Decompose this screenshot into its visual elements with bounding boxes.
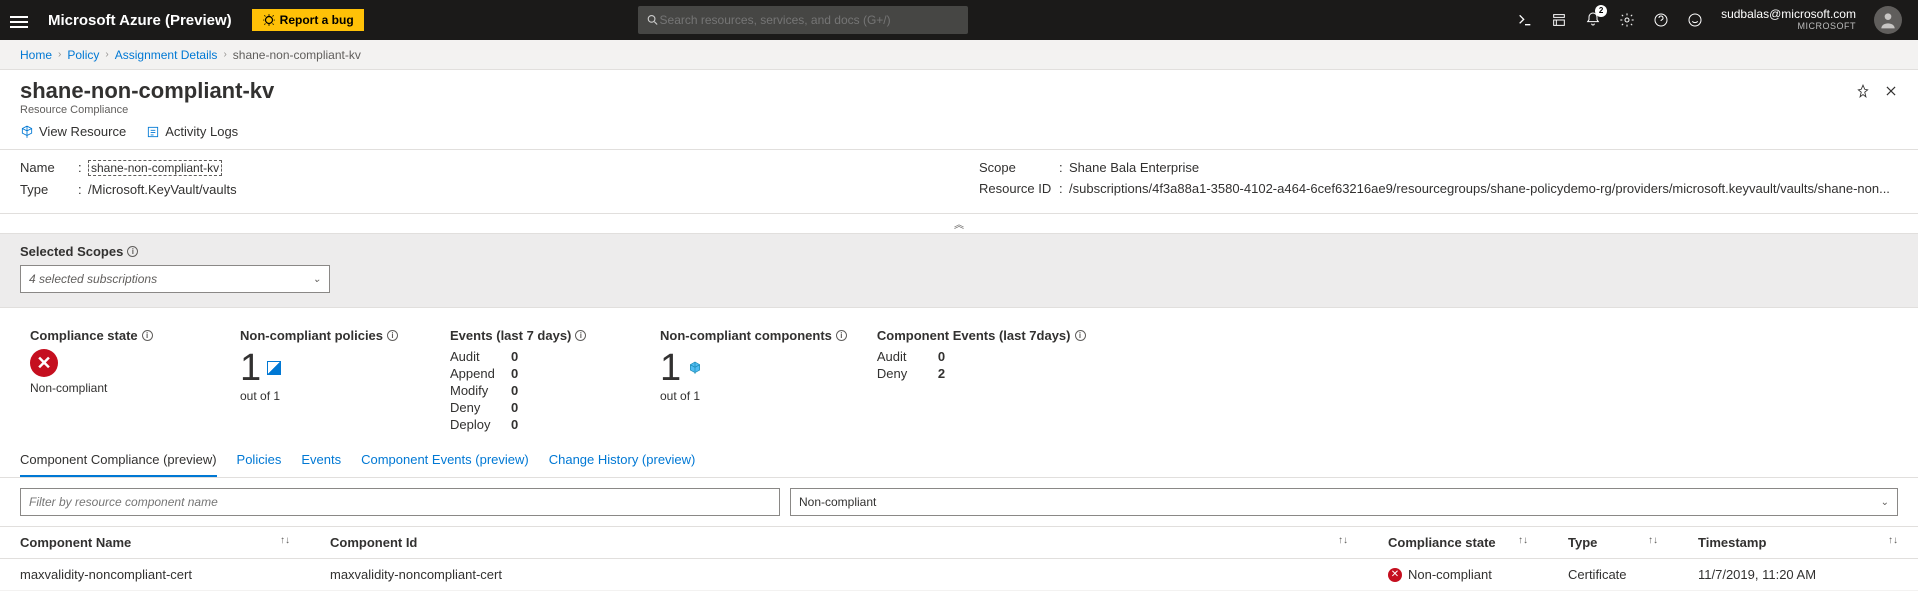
directory-icon[interactable] xyxy=(1551,12,1567,28)
cloud-shell-icon[interactable] xyxy=(1517,12,1533,28)
info-icon[interactable]: i xyxy=(1075,330,1086,341)
cell-type: Certificate xyxy=(1548,559,1678,591)
log-icon xyxy=(146,125,160,139)
compliance-state-dropdown[interactable]: Non-compliant ⌄ xyxy=(790,488,1898,516)
prop-type-label: Type xyxy=(20,182,78,197)
scopes-dropdown[interactable]: 4 selected subscriptions ⌄ xyxy=(20,265,330,293)
prop-name-value[interactable]: shane-non-compliant-kv xyxy=(88,160,222,176)
cube-icon xyxy=(687,360,703,376)
tab-component-compliance[interactable]: Component Compliance (preview) xyxy=(20,444,217,477)
account-info[interactable]: sudbalas@microsoft.com MICROSOFT xyxy=(1721,8,1856,31)
event-row: Append0 xyxy=(450,366,630,381)
breadcrumb: Home› Policy› Assignment Details› shane-… xyxy=(0,40,1918,70)
col-timestamp[interactable]: Timestamp↑↓ xyxy=(1678,527,1918,559)
menu-icon[interactable] xyxy=(10,13,28,27)
noncompliant-icon: ✕ xyxy=(1388,568,1402,582)
stats-row: Compliance statei Non-compliant Non-comp… xyxy=(0,308,1918,444)
tabs: Component Compliance (preview) Policies … xyxy=(0,444,1918,478)
page-header: shane-non-compliant-kv Resource Complian… xyxy=(0,70,1918,120)
view-resource-button[interactable]: View Resource xyxy=(20,124,126,139)
compliance-status-text: Non-compliant xyxy=(30,381,210,395)
report-bug-button[interactable]: Report a bug xyxy=(252,9,364,31)
event-row: Deny0 xyxy=(450,400,630,415)
notifications-icon[interactable]: 2 xyxy=(1585,11,1601,30)
activity-logs-button[interactable]: Activity Logs xyxy=(146,124,238,139)
global-search[interactable] xyxy=(638,6,968,34)
info-icon[interactable]: i xyxy=(836,330,847,341)
chevron-down-icon: ⌄ xyxy=(313,274,321,285)
cell-name: maxvalidity-noncompliant-cert xyxy=(0,559,310,591)
table-row[interactable]: maxvalidity-noncompliant-cert maxvalidit… xyxy=(0,559,1918,591)
component-events-card: Component Events (last 7days)i Audit0Den… xyxy=(877,328,1086,434)
breadcrumb-current: shane-non-compliant-kv xyxy=(233,48,361,62)
prop-scope-value: Shane Bala Enterprise xyxy=(1069,160,1199,175)
search-input[interactable] xyxy=(660,13,961,27)
policy-icon xyxy=(267,361,281,375)
col-component-id[interactable]: Component Id↑↓ xyxy=(310,527,1368,559)
event-row: Modify0 xyxy=(450,383,630,398)
notif-badge: 2 xyxy=(1595,5,1607,17)
col-type[interactable]: Type↑↓ xyxy=(1548,527,1678,559)
event-row: Deny2 xyxy=(877,366,1086,381)
prop-scope-label: Scope xyxy=(979,160,1059,175)
bug-icon xyxy=(262,13,276,27)
pin-icon[interactable] xyxy=(1856,84,1870,98)
person-icon xyxy=(1878,10,1898,30)
breadcrumb-assignment[interactable]: Assignment Details xyxy=(115,48,218,62)
prop-rid-value: /subscriptions/4f3a88a1-3580-4102-a464-6… xyxy=(1069,181,1890,196)
event-row: Audit0 xyxy=(877,349,1086,364)
filter-row: Non-compliant ⌄ xyxy=(0,478,1918,526)
col-component-name[interactable]: Component Name↑↓ xyxy=(0,527,310,559)
noncompliant-icon xyxy=(30,349,58,377)
properties-panel: Name : shane-non-compliant-kv Type : /Mi… xyxy=(0,149,1918,214)
cube-icon xyxy=(20,125,34,139)
prop-rid-label: Resource ID xyxy=(979,181,1059,196)
close-button[interactable] xyxy=(1884,84,1898,98)
info-icon[interactable]: i xyxy=(387,330,398,341)
settings-icon[interactable] xyxy=(1619,12,1635,28)
compliance-state-card: Compliance statei Non-compliant xyxy=(30,328,210,434)
info-icon[interactable]: i xyxy=(127,246,138,257)
feedback-icon[interactable] xyxy=(1687,12,1703,28)
component-name-filter[interactable] xyxy=(20,488,780,516)
tab-policies[interactable]: Policies xyxy=(237,444,282,477)
scopes-label: Selected Scopes i xyxy=(20,244,1898,259)
top-bar: Microsoft Azure (Preview) Report a bug 2… xyxy=(0,0,1918,40)
nc-policies-card: Non-compliant policiesi 1 out of 1 xyxy=(240,328,420,434)
collapse-caret[interactable]: ︽ xyxy=(0,214,1918,234)
command-bar: View Resource Activity Logs xyxy=(0,120,1918,149)
prop-type-value: /Microsoft.KeyVault/vaults xyxy=(88,182,237,197)
chevron-down-icon: ⌄ xyxy=(1881,497,1889,508)
info-icon[interactable]: i xyxy=(142,330,153,341)
col-compliance-state[interactable]: Compliance state↑↓ xyxy=(1368,527,1548,559)
cell-state: ✕Non-compliant xyxy=(1368,559,1548,591)
components-table: Component Name↑↓ Component Id↑↓ Complian… xyxy=(0,526,1918,591)
info-icon[interactable]: i xyxy=(575,330,586,341)
cell-id: maxvalidity-noncompliant-cert xyxy=(310,559,1368,591)
event-row: Deploy0 xyxy=(450,417,630,432)
brand-text: Microsoft Azure (Preview) xyxy=(48,12,232,29)
search-icon xyxy=(646,13,659,27)
page-subtitle: Resource Compliance xyxy=(20,104,274,116)
tab-change-history[interactable]: Change History (preview) xyxy=(549,444,696,477)
event-row: Audit0 xyxy=(450,349,630,364)
breadcrumb-policy[interactable]: Policy xyxy=(67,48,99,62)
events-card: Events (last 7 days)i Audit0Append0Modif… xyxy=(450,328,630,434)
prop-name-label: Name xyxy=(20,160,78,176)
tab-events[interactable]: Events xyxy=(301,444,341,477)
breadcrumb-home[interactable]: Home xyxy=(20,48,52,62)
help-icon[interactable] xyxy=(1653,12,1669,28)
avatar[interactable] xyxy=(1874,6,1902,34)
page-title: shane-non-compliant-kv xyxy=(20,78,274,104)
cell-ts: 11/7/2019, 11:20 AM xyxy=(1678,559,1918,591)
tab-component-events[interactable]: Component Events (preview) xyxy=(361,444,529,477)
scopes-section: Selected Scopes i 4 selected subscriptio… xyxy=(0,234,1918,308)
nc-components-card: Non-compliant componentsi 1 out of 1 xyxy=(660,328,847,434)
